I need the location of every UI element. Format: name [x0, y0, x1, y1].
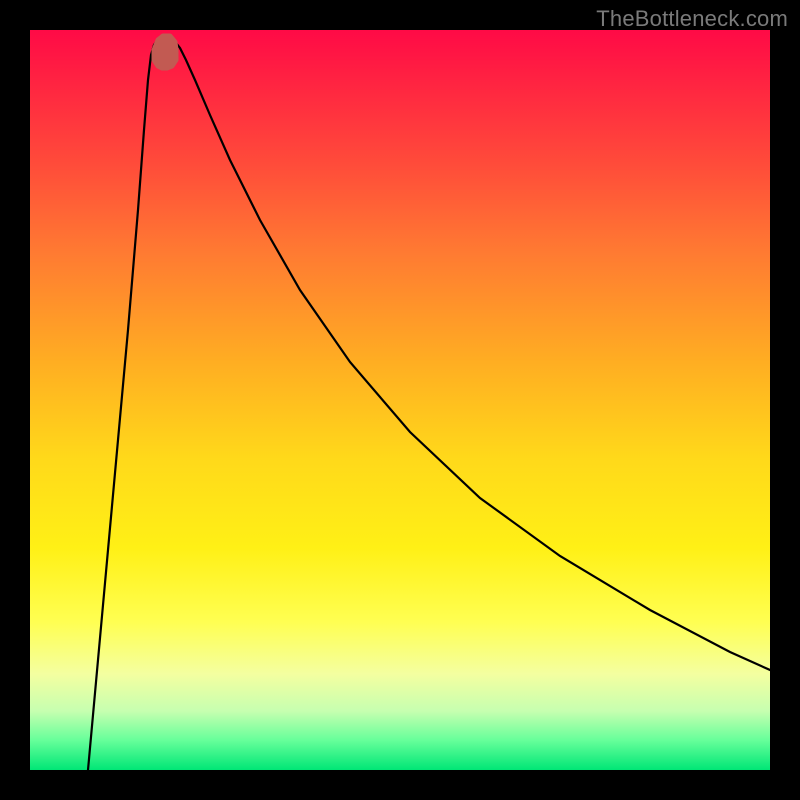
watermark-text: TheBottleneck.com	[596, 6, 788, 32]
chart-outer-frame: TheBottleneck.com	[0, 0, 800, 800]
chart-plot-area	[30, 30, 770, 770]
curve-left-branch	[88, 40, 158, 770]
curve-right-branch	[172, 40, 770, 670]
bottleneck-marker	[154, 36, 176, 68]
chart-curves-svg	[30, 30, 770, 770]
